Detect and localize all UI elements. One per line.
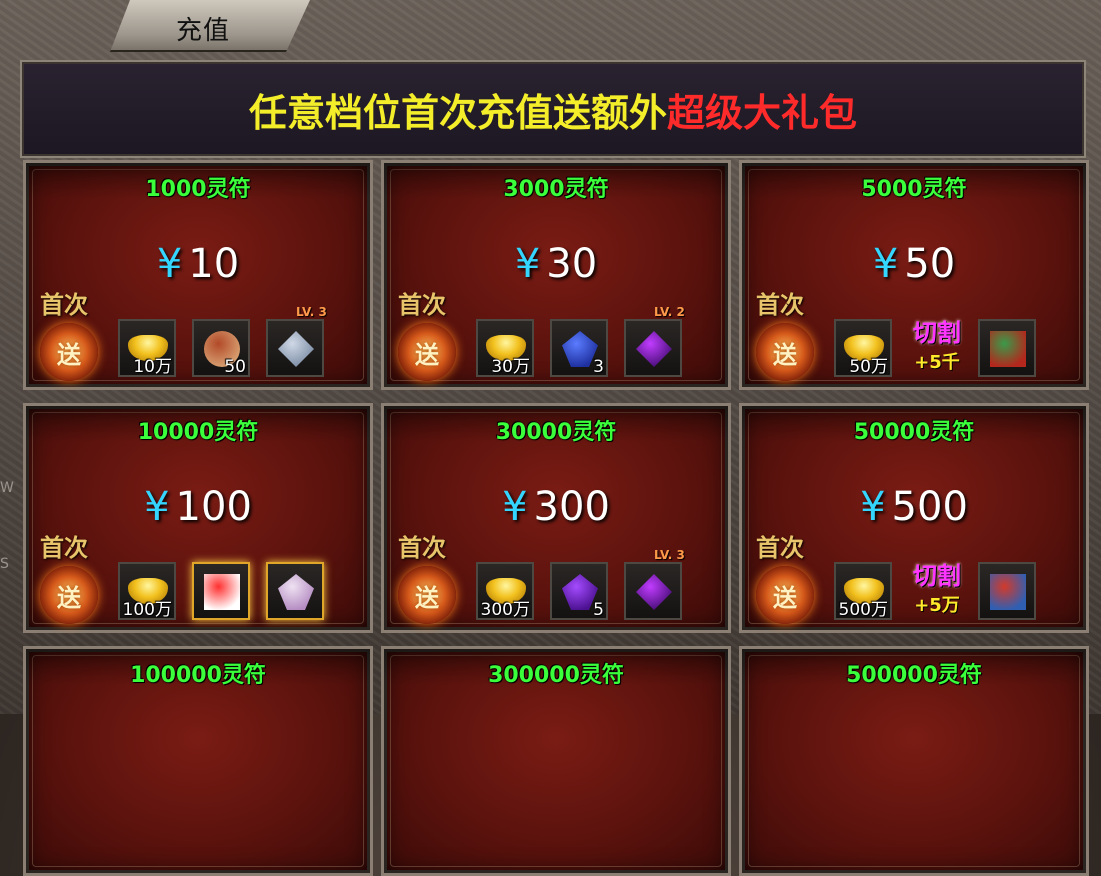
silver-gem-icon — [278, 331, 314, 367]
item-level-badge: LV. 3 — [296, 305, 327, 319]
card-price: ¥300 — [384, 484, 728, 530]
card-title: 10000灵符 — [137, 420, 259, 445]
gift-badge-icon: 送 — [398, 323, 456, 381]
price-value: 30 — [546, 241, 598, 287]
red-burst-card-icon — [204, 574, 240, 610]
promo-banner: 任意档位首次充值送额外 超级大礼包 — [20, 60, 1086, 158]
card-title: 500000灵符 — [846, 663, 982, 688]
price-value: 100 — [175, 484, 252, 530]
card-price: ¥50 — [742, 241, 1086, 287]
reward-item-slot[interactable] — [266, 319, 324, 377]
cut-label: 切割 — [913, 319, 961, 347]
cut-label: 切割 — [913, 562, 961, 590]
card-title: 50000灵符 — [853, 420, 975, 445]
gold-ingot-slot[interactable]: 50万 — [834, 319, 892, 377]
item-quantity: 5 — [593, 600, 604, 620]
yen-symbol: ¥ — [860, 484, 886, 530]
reward-item-slot[interactable]: 50 — [192, 319, 250, 377]
first-recharge-label: 首次 — [756, 290, 804, 319]
side-letter-w: W — [0, 480, 14, 496]
card-title: 100000灵符 — [130, 663, 266, 688]
recharge-card[interactable]: 1000灵符 ¥10 首次送 10万 50 LV. 3 — [23, 160, 373, 390]
price-value: 500 — [891, 484, 968, 530]
card-price: ¥500 — [742, 484, 1086, 530]
cut-bonus: +5千 — [914, 352, 960, 373]
reward-item-slot[interactable]: 3 — [550, 319, 608, 377]
purple-gem-icon — [636, 574, 672, 610]
gold-quantity: 300万 — [480, 600, 530, 620]
recharge-card[interactable]: 3000灵符 ¥30 首次送 30万 3 LV. 2 — [381, 160, 731, 390]
first-recharge-label: 首次 — [756, 533, 804, 562]
card-price: ¥10 — [26, 241, 370, 287]
price-value: 50 — [904, 241, 956, 287]
cut-bonus-label: 切割 +5万 — [902, 556, 972, 617]
gold-ingot-slot[interactable]: 100万 — [118, 562, 176, 620]
gold-quantity: 100万 — [122, 600, 172, 620]
reward-item-slot[interactable]: 5 — [550, 562, 608, 620]
banner-text: 任意档位首次充值送额外 — [248, 90, 667, 135]
gold-ingot-slot[interactable]: 500万 — [834, 562, 892, 620]
purple-gem-icon — [636, 331, 672, 367]
gold-quantity: 30万 — [491, 357, 530, 377]
item-quantity: 3 — [593, 357, 604, 377]
reward-item-slot[interactable] — [266, 562, 324, 620]
card-title: 5000灵符 — [861, 177, 967, 202]
first-recharge-label: 首次 — [398, 533, 446, 562]
card-title: 3000灵符 — [503, 177, 609, 202]
recharge-card[interactable]: 50000灵符 ¥500 首次送 500万 切割 +5万 — [739, 403, 1089, 633]
price-value: 10 — [188, 241, 240, 287]
gold-ingot-slot[interactable]: 300万 — [476, 562, 534, 620]
item-level-badge: LV. 2 — [654, 305, 685, 319]
first-recharge-label: 首次 — [40, 533, 88, 562]
yen-symbol: ¥ — [502, 484, 528, 530]
reward-item-slot[interactable] — [978, 319, 1036, 377]
gift-badge-icon: 送 — [398, 566, 456, 624]
recharge-grid: 1000灵符 ¥10 首次送 10万 50 LV. 3 3000灵符 ¥30 首次送 30万 3 LV… — [20, 160, 1089, 876]
card-price: ¥100 — [26, 484, 370, 530]
banner-highlight: 超级大礼包 — [667, 90, 858, 135]
item-quantity: 50 — [224, 357, 246, 377]
card-price: ¥30 — [384, 241, 728, 287]
gift-badge-icon: 送 — [40, 323, 98, 381]
yen-symbol: ¥ — [144, 484, 170, 530]
tab-recharge-label: 充值 — [176, 16, 231, 46]
yen-symbol: ¥ — [872, 241, 899, 287]
reward-item-slot[interactable] — [978, 562, 1036, 620]
recharge-card[interactable]: 5000灵符 ¥50 首次送 50万 切割 +5千 — [739, 160, 1089, 390]
recharge-card[interactable]: 100000灵符 — [23, 646, 373, 876]
first-recharge-label: 首次 — [398, 290, 446, 319]
yen-symbol: ¥ — [156, 241, 183, 287]
recharge-card[interactable]: 300000灵符 — [381, 646, 731, 876]
gift-badge-icon: 送 — [756, 566, 814, 624]
card-title: 300000灵符 — [488, 663, 624, 688]
price-value: 300 — [533, 484, 610, 530]
card-title: 1000灵符 — [145, 177, 251, 202]
gift-badge-icon: 送 — [40, 566, 98, 624]
gold-quantity: 50万 — [849, 357, 888, 377]
gold-ingot-slot[interactable]: 10万 — [118, 319, 176, 377]
armor-icon — [990, 331, 1026, 367]
beast-mount-icon — [990, 574, 1026, 610]
item-level-badge: LV. 3 — [654, 548, 685, 562]
side-letter-s: S — [0, 556, 9, 572]
gold-quantity: 10万 — [133, 357, 172, 377]
gold-quantity: 500万 — [838, 600, 888, 620]
recharge-card[interactable]: 10000灵符 ¥100 首次送 100万 — [23, 403, 373, 633]
gold-ingot-slot[interactable]: 30万 — [476, 319, 534, 377]
reward-item-slot[interactable] — [624, 319, 682, 377]
reward-item-slot[interactable] — [624, 562, 682, 620]
white-crystal-icon — [278, 574, 314, 610]
card-title: 30000灵符 — [495, 420, 617, 445]
recharge-card[interactable]: 500000灵符 — [739, 646, 1089, 876]
yen-symbol: ¥ — [514, 241, 541, 287]
reward-item-slot[interactable] — [192, 562, 250, 620]
first-recharge-label: 首次 — [40, 290, 88, 319]
cut-bonus-label: 切割 +5千 — [902, 313, 972, 374]
cut-bonus: +5万 — [914, 595, 960, 616]
recharge-card[interactable]: 30000灵符 ¥300 首次送 300万 5 LV. 3 — [381, 403, 731, 633]
gift-badge-icon: 送 — [756, 323, 814, 381]
